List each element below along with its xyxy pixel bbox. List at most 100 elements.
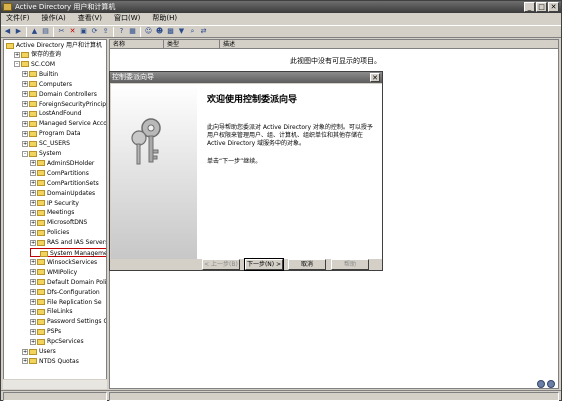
tree-item[interactable]: + Computers <box>22 80 72 89</box>
tree-item[interactable]: + 保存的查询 <box>14 50 61 59</box>
expand-toggle-icon[interactable]: + <box>30 259 36 266</box>
expand-toggle-icon[interactable]: + <box>22 81 28 88</box>
expand-toggle-icon[interactable]: + <box>22 91 28 98</box>
up-icon[interactable]: ▲ <box>30 27 39 36</box>
menu-file[interactable]: 文件(F) <box>4 13 32 24</box>
filter-icon[interactable]: ▼ <box>177 27 186 36</box>
expand-toggle-icon[interactable]: + <box>22 71 28 78</box>
tree-item[interactable]: + ComPartitions <box>30 169 89 178</box>
expand-toggle-icon[interactable]: + <box>30 269 36 276</box>
expand-toggle-icon[interactable]: + <box>30 180 36 187</box>
tree-item[interactable]: + Program Data <box>22 129 81 138</box>
view-icon[interactable]: ▦ <box>128 27 137 36</box>
expand-toggle-icon[interactable]: + <box>22 130 28 137</box>
tree-item[interactable]: + WMIPolicy <box>30 268 77 277</box>
find-icon[interactable]: ⌕ <box>188 27 197 36</box>
maximize-button[interactable]: □ <box>536 2 547 12</box>
expand-toggle-icon[interactable]: + <box>30 219 36 226</box>
expand-toggle-icon[interactable]: + <box>14 51 20 58</box>
expand-toggle-icon[interactable]: + <box>30 209 36 216</box>
tree-item[interactable]: + RpcServices <box>30 337 84 346</box>
user-icon[interactable]: ☺ <box>144 27 153 36</box>
tree-item[interactable]: + Domain Controllers <box>22 90 97 99</box>
expand-toggle-icon[interactable]: + <box>22 101 28 107</box>
tree-root[interactable]: Active Directory 用户和计算机 <box>6 41 102 50</box>
export-icon[interactable]: ⇪ <box>101 27 110 36</box>
expand-toggle-icon[interactable]: + <box>22 110 28 117</box>
expand-toggle-icon[interactable]: + <box>22 140 28 147</box>
expand-toggle-icon[interactable]: + <box>30 289 36 296</box>
properties-icon[interactable]: ▣ <box>79 27 88 36</box>
help-icon[interactable]: ? <box>117 27 126 36</box>
next-button[interactable]: 下一步(N) > <box>244 258 284 271</box>
expand-toggle-icon[interactable]: + <box>30 338 36 345</box>
expand-toggle-icon[interactable]: + <box>30 239 36 246</box>
column-header-type[interactable]: 类型 <box>164 40 220 49</box>
cut-icon[interactable]: ✂ <box>57 27 66 36</box>
console-tree[interactable]: Active Directory 用户和计算机 + 保存的查询 - SC.COM + Bu… <box>3 39 107 389</box>
minimize-button[interactable]: _ <box>524 2 535 12</box>
tree-item[interactable]: + IP Security <box>30 199 79 208</box>
group-icon[interactable]: ☻ <box>155 27 164 36</box>
tree-item[interactable]: + ComPartitionSets <box>30 179 99 188</box>
expand-toggle-icon[interactable]: + <box>30 160 36 167</box>
tree-item[interactable]: + Managed Service Accour <box>22 119 106 128</box>
tree-item[interactable]: + PSPs <box>30 327 61 336</box>
tree-item[interactable]: + File Replication Se <box>30 298 102 307</box>
column-header-name[interactable]: 名称 <box>110 40 164 49</box>
tree-item[interactable]: + AdminSDHolder <box>30 159 94 168</box>
back-icon[interactable]: ◀ <box>3 27 12 36</box>
show-hide-tree-icon[interactable]: ▤ <box>41 27 50 36</box>
tree-item[interactable]: + Meetings <box>30 208 74 217</box>
expand-toggle-icon[interactable]: + <box>30 190 36 197</box>
expand-toggle-icon[interactable]: + <box>30 200 36 206</box>
tree-item[interactable]: - System <box>22 149 61 158</box>
expand-toggle-icon[interactable]: + <box>22 358 28 365</box>
column-header-description[interactable]: 描述 <box>220 40 558 49</box>
nav-previous-icon[interactable] <box>537 380 545 388</box>
help-button[interactable]: 帮助 <box>331 259 369 270</box>
forward-icon[interactable]: ▶ <box>14 27 23 36</box>
menu-view[interactable]: 查看(V) <box>76 13 104 24</box>
menu-help[interactable]: 帮助(H) <box>150 13 179 24</box>
tree-item[interactable]: + Builtin <box>22 70 58 79</box>
menu-window[interactable]: 窗口(W) <box>112 13 142 24</box>
ou-icon[interactable]: ▩ <box>166 27 175 36</box>
expand-toggle-icon[interactable]: - <box>22 150 28 157</box>
tree-horizontal-scrollbar[interactable] <box>3 379 107 389</box>
tree-item[interactable]: - SC.COM <box>14 60 55 69</box>
cancel-button[interactable]: 取消 <box>288 259 326 270</box>
close-button[interactable]: ✕ <box>548 2 559 12</box>
expand-toggle-icon[interactable]: + <box>30 170 36 177</box>
tree-item[interactable]: + Dfs-Configuration <box>30 288 100 297</box>
expand-toggle-icon[interactable]: + <box>30 279 36 286</box>
tree-item[interactable]: + FileLinks <box>30 307 72 316</box>
tree-item[interactable]: + Default Domain Poli <box>30 278 106 287</box>
tree-item[interactable]: + LostAndFound <box>22 109 81 118</box>
expand-toggle-icon[interactable]: + <box>22 348 28 355</box>
dialog-close-button[interactable]: ✕ <box>370 73 380 82</box>
delete-icon[interactable]: ✕ <box>68 27 77 36</box>
expand-toggle-icon[interactable]: + <box>30 229 36 236</box>
refresh-icon[interactable]: ⟳ <box>90 27 99 36</box>
expand-toggle-icon[interactable]: - <box>14 61 20 68</box>
expand-toggle-icon[interactable]: + <box>30 328 36 335</box>
expand-toggle-icon[interactable]: + <box>22 120 28 127</box>
tree-item[interactable]: + WinsockServices <box>30 258 97 267</box>
nav-next-icon[interactable] <box>547 380 555 388</box>
tree-item[interactable]: + RAS and IAS Servers <box>30 238 106 247</box>
tree-item[interactable]: System Management <box>30 248 106 257</box>
tree-item[interactable]: + NTDS Quotas <box>22 357 79 366</box>
tree-item[interactable]: + Policies <box>30 228 69 237</box>
tree-item[interactable]: + DomainUpdates <box>30 189 95 198</box>
tree-item[interactable]: + SC_USERS <box>22 139 70 148</box>
expand-toggle-icon[interactable]: + <box>30 308 36 315</box>
expand-toggle-icon[interactable]: + <box>30 318 36 325</box>
expand-toggle-icon[interactable]: + <box>30 299 36 305</box>
tree-item[interactable]: + Password Settings C <box>30 317 106 326</box>
tree-item[interactable]: + MicrosoftDNS <box>30 218 87 227</box>
tree-item[interactable]: + ForeignSecurityPrincip <box>22 100 106 109</box>
back-button[interactable]: < 上一步(B) <box>202 259 240 270</box>
move-icon[interactable]: ⇄ <box>199 27 208 36</box>
menu-action[interactable]: 操作(A) <box>40 13 68 24</box>
